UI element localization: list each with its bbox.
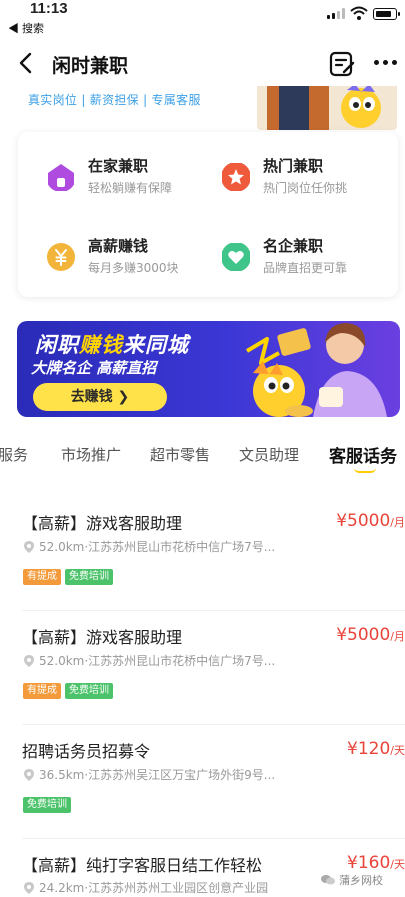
job-tag: 免费培训	[65, 569, 113, 585]
job-pay: ¥120/天	[347, 739, 405, 759]
job-pay-unit: /月	[390, 516, 405, 529]
promo-headline-part: 闲职	[35, 333, 79, 357]
location-pin-icon	[24, 541, 34, 553]
job-location: 36.5km·江苏苏州吴江区万宝广场外街9号...	[24, 766, 324, 783]
job-location-text: 36.5km·江苏苏州吴江区万宝广场外街9号...	[39, 768, 276, 782]
job-title: 【高薪】游戏客服助理	[22, 514, 183, 533]
header-illustration	[257, 86, 397, 130]
divider	[22, 610, 405, 611]
page-title: 闲时兼职	[52, 55, 129, 77]
job-location-text: 52.0km·江苏苏州昆山市花桥中信广场7号...	[39, 654, 276, 668]
job-pay-amount: ¥5000	[336, 511, 391, 531]
job-location-text: 24.2km·江苏苏州苏州工业园区创意产业园	[39, 881, 269, 895]
job-card[interactable]: 【高薪】游戏客服助理 ¥5000/月 52.0km·江苏苏州昆山市花桥中信广场7…	[0, 612, 405, 726]
job-location: 52.0km·江苏苏州昆山市花桥中信广场7号...	[24, 652, 324, 669]
tab-marketing[interactable]: 市场推广	[61, 444, 121, 465]
job-pay-unit: /天	[390, 858, 405, 871]
job-pay-amount: ¥160	[347, 853, 391, 873]
go-earn-button[interactable]: 去赚钱 ❯	[33, 383, 167, 411]
job-card[interactable]: 【高薪】纯打字客服日结工作轻松 ¥160/天 24.2km·江苏苏州苏州工业园区…	[0, 840, 405, 897]
category-grid: 在家兼职 轻松躺赚有保障 热门兼职 热门岗位任你挑 高薪赚钱 每月多赚3000块	[18, 132, 398, 297]
job-card[interactable]: 招聘话务员招募令 ¥120/天 36.5km·江苏苏州吴江区万宝广场外街9号..…	[0, 726, 405, 840]
job-card[interactable]: 【高薪】游戏客服助理 ¥5000/月 52.0km·江苏苏州昆山市花桥中信广场7…	[0, 498, 405, 612]
star-icon	[222, 163, 250, 191]
back-arrow-icon[interactable]	[14, 48, 40, 78]
more-options-icon[interactable]	[372, 60, 400, 70]
location-pin-icon	[24, 655, 34, 667]
job-title: 【高薪】游戏客服助理	[22, 628, 183, 647]
divider	[22, 724, 405, 725]
category-subtitle: 每月多赚3000块	[88, 261, 179, 275]
tab-supermarket[interactable]: 超市零售	[150, 444, 210, 465]
promo-banner[interactable]: 闲职赚钱来同城 大牌名企 高薪直招 去赚钱 ❯	[17, 321, 400, 417]
job-tag: 有提成	[23, 683, 61, 699]
category-hot-jobs[interactable]: 热门兼职 热门岗位任你挑	[193, 152, 373, 202]
job-pay: ¥160/天	[347, 853, 405, 873]
category-subtitle: 轻松躺赚有保障	[88, 181, 173, 195]
yuan-icon	[47, 243, 75, 271]
job-pay-amount: ¥120	[347, 739, 391, 759]
category-title: 名企兼职	[263, 237, 324, 255]
job-tag: 有提成	[23, 569, 61, 585]
category-work-from-home[interactable]: 在家兼职 轻松躺赚有保障	[18, 152, 198, 202]
tab-customer-service[interactable]: 客服话务	[329, 442, 397, 467]
heart-icon	[222, 243, 250, 271]
tab-service[interactable]: 服务	[0, 444, 28, 465]
promo-illustration	[245, 323, 387, 417]
category-tabs: 服务 市场推广 超市零售 文员助理 客服话务	[0, 440, 405, 476]
job-title: 招聘话务员招募令	[22, 742, 151, 761]
battery-icon	[373, 8, 400, 20]
job-location-text: 52.0km·江苏苏州昆山市花桥中信广场7号...	[39, 540, 276, 554]
job-location: 24.2km·江苏苏州苏州工业园区创意产业园	[24, 879, 324, 896]
job-location: 52.0km·江苏苏州昆山市花桥中信广场7号...	[24, 538, 324, 555]
wifi-icon	[350, 6, 368, 20]
promo-subline: 大牌名企 高薪直招	[31, 359, 157, 377]
job-pay-unit: /天	[390, 744, 405, 757]
tagline: 真实岗位 | 薪资担保 | 专属客服	[28, 93, 201, 107]
category-subtitle: 品牌直招更可靠	[263, 261, 348, 275]
location-pin-icon	[24, 769, 34, 781]
nav-bar: 闲时兼职	[0, 42, 405, 86]
category-subtitle: 热门岗位任你挑	[263, 181, 348, 195]
job-pay: ¥5000/月	[336, 511, 405, 531]
job-tag: 免费培训	[65, 683, 113, 699]
job-title: 【高薪】纯打字客服日结工作轻松	[22, 856, 263, 875]
tab-clerk[interactable]: 文员助理	[239, 444, 299, 465]
location-pin-icon	[24, 882, 34, 894]
wechat-icon	[321, 875, 335, 885]
job-tag: 免费培训	[23, 797, 71, 813]
status-time: 11:13	[30, 0, 68, 17]
divider	[22, 838, 405, 839]
job-tags: 有提成 免费培训	[23, 564, 117, 585]
watermark: 蒲乡网校	[321, 872, 383, 888]
job-tags: 有提成 免费培训	[23, 678, 117, 699]
resume-edit-icon[interactable]	[328, 50, 356, 78]
signal-icon	[327, 8, 345, 19]
promo-headline-highlight: 赚钱	[79, 333, 123, 357]
category-title: 在家兼职	[88, 157, 149, 175]
job-pay-amount: ¥5000	[336, 625, 391, 645]
back-to-search-link[interactable]: ◀ 搜索	[8, 20, 44, 36]
category-famous-companies[interactable]: 名企兼职 品牌直招更可靠	[193, 232, 373, 282]
active-tab-indicator	[354, 468, 376, 473]
promo-headline-part: 来同城	[123, 333, 189, 357]
category-high-pay[interactable]: 高薪赚钱 每月多赚3000块	[18, 232, 198, 282]
job-tags: 免费培训	[23, 792, 75, 813]
job-pay-unit: /月	[390, 630, 405, 643]
page: 11:13 ◀ 搜索 闲时兼职 真实岗位 | 薪资担保 | 专属客服 在家兼职 …	[0, 0, 405, 897]
status-bar: 11:13 ◀ 搜索	[0, 0, 405, 40]
category-title: 高薪赚钱	[88, 237, 149, 255]
promo-headline: 闲职赚钱来同城	[35, 329, 189, 359]
watermark-text: 蒲乡网校	[339, 874, 383, 887]
job-pay: ¥5000/月	[336, 625, 405, 645]
house-icon	[48, 164, 74, 191]
category-title: 热门兼职	[263, 157, 324, 175]
